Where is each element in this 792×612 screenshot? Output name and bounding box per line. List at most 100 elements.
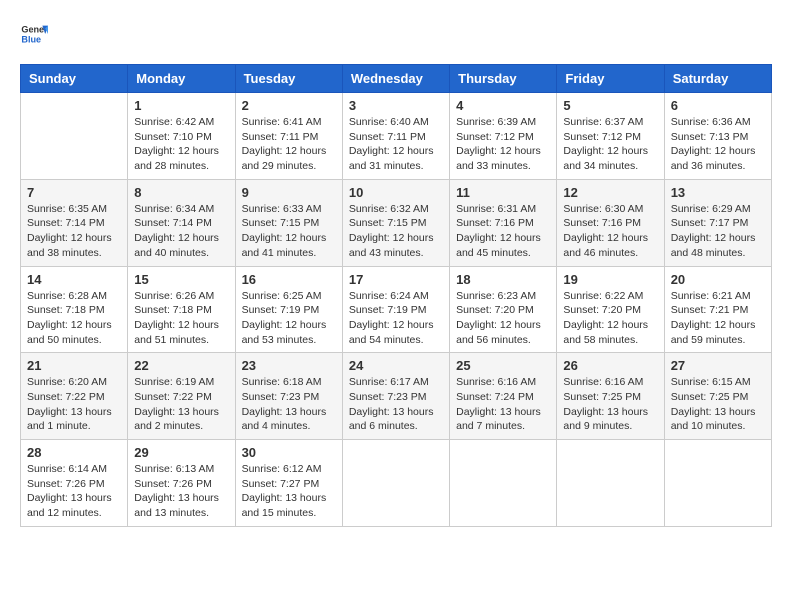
day-info: Sunrise: 6:14 AM Sunset: 7:26 PM Dayligh… [27, 462, 121, 521]
calendar-week-row: 21Sunrise: 6:20 AM Sunset: 7:22 PM Dayli… [21, 353, 772, 440]
day-number: 1 [134, 98, 228, 113]
calendar-cell: 27 Sunrise: 6:15 AM Sunset: 7:25 PM Dayli… [664, 353, 771, 440]
calendar-cell: 15 Sunrise: 6:26 AM Sunset: 7:18 PM Dayli… [128, 266, 235, 353]
day-info: Sunrise: 6:18 AM Sunset: 7:23 PM Dayligh… [242, 375, 336, 434]
weekday-header-saturday: Saturday [664, 65, 771, 93]
day-info: Sunrise: 6:41 AM Sunset: 7:11 PM Dayligh… [242, 115, 336, 174]
day-info: Sunrise: 6:30 AM Sunset: 7:16 PM Dayligh… [563, 202, 657, 261]
day-info: Sunrise: 6:22 AM Sunset: 7:20 PM Dayligh… [563, 289, 657, 348]
day-number: 17 [349, 272, 443, 287]
day-number: 22 [134, 358, 228, 373]
day-number: 13 [671, 185, 765, 200]
day-info: Sunrise: 6:31 AM Sunset: 7:16 PM Dayligh… [456, 202, 550, 261]
day-number: 7 [27, 185, 121, 200]
calendar-week-row: 1 Sunrise: 6:42 AM Sunset: 7:10 PM Daylig… [21, 93, 772, 180]
day-info: Sunrise: 6:33 AM Sunset: 7:15 PM Dayligh… [242, 202, 336, 261]
day-number: 4 [456, 98, 550, 113]
weekday-header-row: SundayMondayTuesdayWednesdayThursdayFrid… [21, 65, 772, 93]
calendar-cell: 16 Sunrise: 6:25 AM Sunset: 7:19 PM Dayli… [235, 266, 342, 353]
calendar-cell: 24 Sunrise: 6:17 AM Sunset: 7:23 PM Dayli… [342, 353, 449, 440]
day-number: 30 [242, 445, 336, 460]
day-info: Sunrise: 6:42 AM Sunset: 7:10 PM Dayligh… [134, 115, 228, 174]
calendar-cell: 1 Sunrise: 6:42 AM Sunset: 7:10 PM Daylig… [128, 93, 235, 180]
day-number: 27 [671, 358, 765, 373]
day-info: Sunrise: 6:32 AM Sunset: 7:15 PM Dayligh… [349, 202, 443, 261]
calendar-cell: 25 Sunrise: 6:16 AM Sunset: 7:24 PM Dayli… [450, 353, 557, 440]
day-number: 2 [242, 98, 336, 113]
day-number: 18 [456, 272, 550, 287]
calendar-cell: 2 Sunrise: 6:41 AM Sunset: 7:11 PM Daylig… [235, 93, 342, 180]
day-info: Sunrise: 6:23 AM Sunset: 7:20 PM Dayligh… [456, 289, 550, 348]
day-info: Sunrise: 6:40 AM Sunset: 7:11 PM Dayligh… [349, 115, 443, 174]
weekday-header-wednesday: Wednesday [342, 65, 449, 93]
day-number: 16 [242, 272, 336, 287]
calendar-week-row: 14 Sunrise: 6:28 AM Sunset: 7:18 PM Dayli… [21, 266, 772, 353]
day-number: 28 [27, 445, 121, 460]
calendar-cell: 29 Sunrise: 6:13 AM Sunset: 7:26 PM Dayli… [128, 440, 235, 527]
day-number: 29 [134, 445, 228, 460]
day-number: 5 [563, 98, 657, 113]
calendar-cell: 18 Sunrise: 6:23 AM Sunset: 7:20 PM Dayli… [450, 266, 557, 353]
day-info: Sunrise: 6:20 AM Sunset: 7:22 PM Dayligh… [27, 375, 121, 434]
day-info: Sunrise: 6:28 AM Sunset: 7:18 PM Dayligh… [27, 289, 121, 348]
day-number: 8 [134, 185, 228, 200]
calendar-cell: 8 Sunrise: 6:34 AM Sunset: 7:14 PM Daylig… [128, 179, 235, 266]
day-number: 6 [671, 98, 765, 113]
calendar-cell: 5 Sunrise: 6:37 AM Sunset: 7:12 PM Daylig… [557, 93, 664, 180]
calendar-cell: 12 Sunrise: 6:30 AM Sunset: 7:16 PM Dayli… [557, 179, 664, 266]
day-info: Sunrise: 6:12 AM Sunset: 7:27 PM Dayligh… [242, 462, 336, 521]
weekday-header-friday: Friday [557, 65, 664, 93]
weekday-header-tuesday: Tuesday [235, 65, 342, 93]
calendar-cell: 26Sunrise: 6:16 AM Sunset: 7:25 PM Dayli… [557, 353, 664, 440]
day-number: 15 [134, 272, 228, 287]
day-number: 12 [563, 185, 657, 200]
day-number: 9 [242, 185, 336, 200]
calendar-cell: 22 Sunrise: 6:19 AM Sunset: 7:22 PM Dayli… [128, 353, 235, 440]
logo-icon: General Blue [20, 20, 48, 48]
calendar-week-row: 28 Sunrise: 6:14 AM Sunset: 7:26 PM Dayli… [21, 440, 772, 527]
calendar-cell: 21Sunrise: 6:20 AM Sunset: 7:22 PM Dayli… [21, 353, 128, 440]
day-number: 24 [349, 358, 443, 373]
day-info: Sunrise: 6:37 AM Sunset: 7:12 PM Dayligh… [563, 115, 657, 174]
day-info: Sunrise: 6:25 AM Sunset: 7:19 PM Dayligh… [242, 289, 336, 348]
day-info: Sunrise: 6:26 AM Sunset: 7:18 PM Dayligh… [134, 289, 228, 348]
weekday-header-thursday: Thursday [450, 65, 557, 93]
calendar-cell: 11Sunrise: 6:31 AM Sunset: 7:16 PM Dayli… [450, 179, 557, 266]
calendar-cell [664, 440, 771, 527]
day-info: Sunrise: 6:34 AM Sunset: 7:14 PM Dayligh… [134, 202, 228, 261]
day-info: Sunrise: 6:13 AM Sunset: 7:26 PM Dayligh… [134, 462, 228, 521]
day-number: 19 [563, 272, 657, 287]
day-number: 10 [349, 185, 443, 200]
day-info: Sunrise: 6:29 AM Sunset: 7:17 PM Dayligh… [671, 202, 765, 261]
calendar-cell: 23 Sunrise: 6:18 AM Sunset: 7:23 PM Dayli… [235, 353, 342, 440]
day-info: Sunrise: 6:39 AM Sunset: 7:12 PM Dayligh… [456, 115, 550, 174]
day-info: Sunrise: 6:15 AM Sunset: 7:25 PM Dayligh… [671, 375, 765, 434]
day-number: 25 [456, 358, 550, 373]
day-number: 20 [671, 272, 765, 287]
weekday-header-sunday: Sunday [21, 65, 128, 93]
calendar-cell: 28 Sunrise: 6:14 AM Sunset: 7:26 PM Dayli… [21, 440, 128, 527]
calendar-cell: 17 Sunrise: 6:24 AM Sunset: 7:19 PM Dayli… [342, 266, 449, 353]
calendar-cell: 9 Sunrise: 6:33 AM Sunset: 7:15 PM Daylig… [235, 179, 342, 266]
calendar-cell [557, 440, 664, 527]
calendar-week-row: 7Sunrise: 6:35 AM Sunset: 7:14 PM Daylig… [21, 179, 772, 266]
calendar-cell: 6 Sunrise: 6:36 AM Sunset: 7:13 PM Daylig… [664, 93, 771, 180]
day-info: Sunrise: 6:19 AM Sunset: 7:22 PM Dayligh… [134, 375, 228, 434]
day-number: 23 [242, 358, 336, 373]
day-info: Sunrise: 6:16 AM Sunset: 7:24 PM Dayligh… [456, 375, 550, 434]
calendar-cell [450, 440, 557, 527]
day-info: Sunrise: 6:24 AM Sunset: 7:19 PM Dayligh… [349, 289, 443, 348]
page-header: General Blue [20, 20, 772, 48]
weekday-header-monday: Monday [128, 65, 235, 93]
day-number: 3 [349, 98, 443, 113]
day-number: 26 [563, 358, 657, 373]
calendar-cell [342, 440, 449, 527]
calendar-cell: 30 Sunrise: 6:12 AM Sunset: 7:27 PM Dayli… [235, 440, 342, 527]
day-info: Sunrise: 6:17 AM Sunset: 7:23 PM Dayligh… [349, 375, 443, 434]
calendar-cell: 20Sunrise: 6:21 AM Sunset: 7:21 PM Dayli… [664, 266, 771, 353]
calendar-cell: 4 Sunrise: 6:39 AM Sunset: 7:12 PM Daylig… [450, 93, 557, 180]
logo: General Blue [20, 20, 48, 48]
svg-text:Blue: Blue [21, 34, 41, 44]
day-info: Sunrise: 6:36 AM Sunset: 7:13 PM Dayligh… [671, 115, 765, 174]
day-number: 14 [27, 272, 121, 287]
